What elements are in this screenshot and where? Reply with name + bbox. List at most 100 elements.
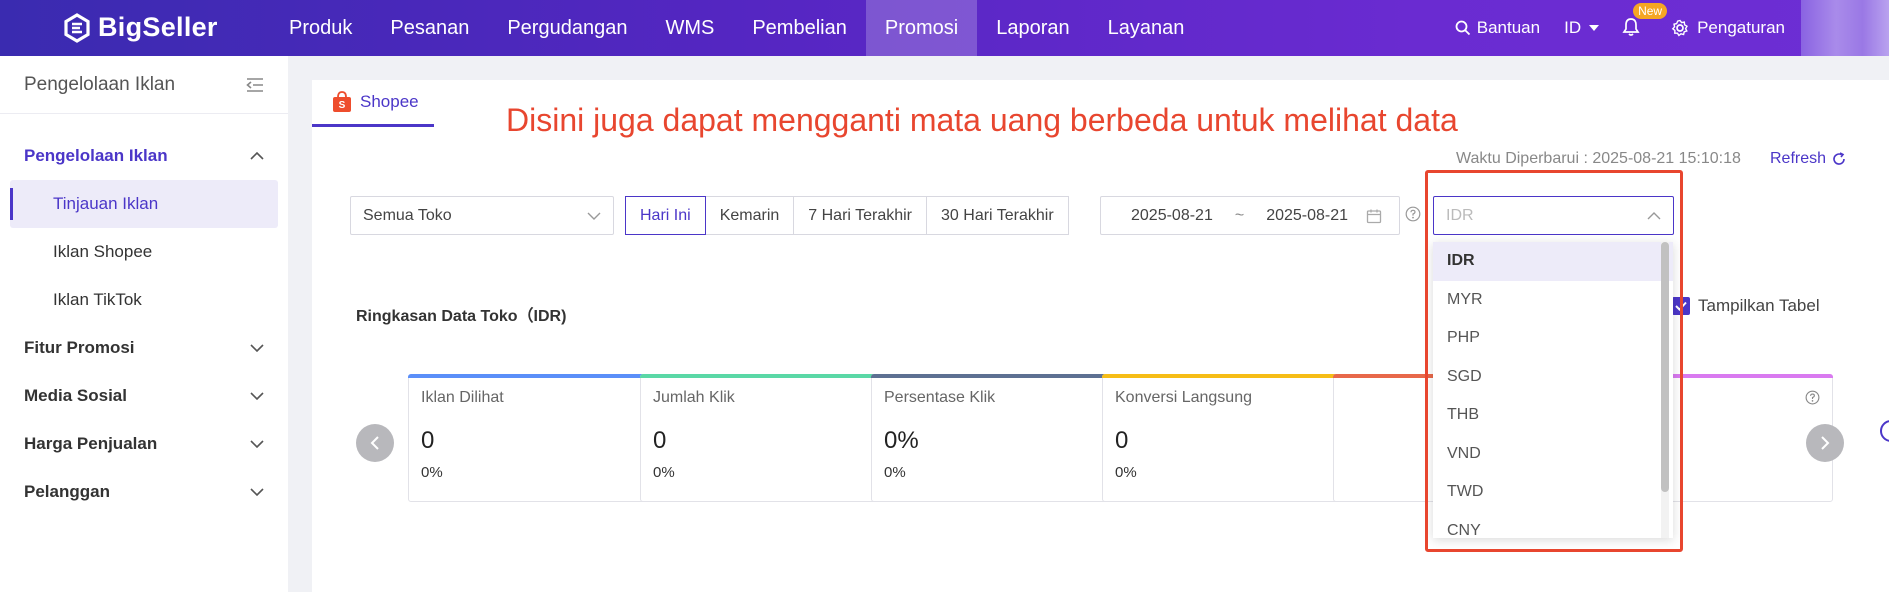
- store-select-value: Semua Toko: [363, 206, 452, 224]
- chevron-down-icon: [587, 212, 601, 220]
- card-percentage: 0%: [1115, 464, 1137, 481]
- card-percentage: 0%: [884, 464, 906, 481]
- metric-card[interactable]: Jumlah Klik 0 0%: [640, 374, 909, 502]
- currency-dropdown: IDR MYR PHP SGD THB VND TWD CNY: [1433, 242, 1673, 538]
- metric-card[interactable]: Konversi Langsung 0 0%: [1102, 374, 1371, 502]
- card-value: 0: [1115, 427, 1129, 454]
- dropdown-scrollbar[interactable]: [1661, 242, 1669, 538]
- sidebar-group-label: Harga Penjualan: [24, 434, 158, 453]
- chevron-down-icon: [250, 392, 264, 400]
- card-label: Jumlah Klik: [653, 389, 735, 406]
- currency-placeholder: IDR: [1446, 206, 1474, 224]
- nav-item-promosi[interactable]: Promosi: [865, 0, 978, 56]
- chevron-right-icon: [1821, 436, 1830, 450]
- search-icon: [1455, 20, 1470, 36]
- chevron-down-icon: [250, 344, 264, 352]
- annotation-text: Disini juga dapat mengganti mata uang be…: [506, 102, 1458, 138]
- date-range-picker[interactable]: 2025-08-21 ~ 2025-08-21: [1100, 196, 1400, 235]
- brand-name: BigSeller: [98, 12, 218, 42]
- sidebar-group-pengelolaan-iklan[interactable]: Pengelolaan Iklan: [0, 132, 288, 180]
- currency-option-sgd[interactable]: SGD: [1433, 358, 1673, 397]
- currency-select[interactable]: IDR: [1433, 196, 1674, 235]
- summary-title: Ringkasan Data Toko（IDR): [356, 308, 567, 325]
- refresh-button[interactable]: Refresh: [1770, 150, 1846, 168]
- chevron-up-icon: [1647, 211, 1661, 219]
- currency-option-cny[interactable]: CNY: [1433, 512, 1673, 538]
- sidebar-group-label: Media Sosial: [24, 386, 127, 405]
- chevron-down-icon: [250, 440, 264, 448]
- period-kemarin[interactable]: Kemarin: [704, 196, 795, 235]
- metric-card[interactable]: Persentase Klik 0% 0%: [871, 374, 1140, 502]
- sidebar-item-iklan-tiktok[interactable]: Iklan TikTok: [10, 276, 278, 324]
- card-label: Persentase Klik: [884, 389, 996, 406]
- nav-item-produk[interactable]: Produk: [270, 0, 371, 56]
- logo-icon: [64, 12, 90, 43]
- settings-button[interactable]: Pengaturan: [1671, 18, 1785, 38]
- nav-item-laporan[interactable]: Laporan: [977, 0, 1088, 56]
- help-link[interactable]: Bantuan: [1455, 18, 1540, 38]
- currency-option-myr[interactable]: MYR: [1433, 281, 1673, 320]
- tab-label: Shopee: [360, 92, 419, 111]
- sidebar-item-iklan-shopee[interactable]: Iklan Shopee: [10, 228, 278, 276]
- brand-logo[interactable]: BigSeller: [62, 12, 218, 43]
- checkbox[interactable]: [1672, 297, 1690, 315]
- card-value: 0: [653, 427, 667, 454]
- nav-item-wms[interactable]: WMS: [646, 0, 733, 56]
- date-separator: ~: [1234, 206, 1245, 224]
- main-menu: Produk Pesanan Pergudangan WMS Pembelian Prom…: [270, 0, 1203, 56]
- notifications-button[interactable]: New: [1621, 3, 1668, 39]
- sidebar-group-label: Pelanggan: [24, 482, 110, 501]
- card-accent-bar: [871, 374, 1140, 378]
- chevron-down-icon: [250, 488, 264, 496]
- currency-option-idr[interactable]: IDR: [1433, 242, 1673, 281]
- nav-item-layanan[interactable]: Layanan: [1089, 0, 1204, 56]
- scrollbar-thumb[interactable]: [1661, 242, 1669, 492]
- nav-item-pesanan[interactable]: Pesanan: [371, 0, 488, 56]
- check-icon: [1675, 301, 1687, 311]
- currency-option-php[interactable]: PHP: [1433, 319, 1673, 358]
- sidebar-group-label: Pengelolaan Iklan: [24, 146, 168, 165]
- cards-next-button[interactable]: [1806, 424, 1844, 462]
- card-value: 0%: [884, 427, 919, 454]
- currency-option-thb[interactable]: THB: [1433, 396, 1673, 435]
- language-label: ID: [1564, 18, 1582, 37]
- currency-option-vnd[interactable]: VND: [1433, 435, 1673, 474]
- question-icon[interactable]: [1405, 206, 1421, 222]
- card-label: Konversi Langsung: [1115, 389, 1252, 406]
- cards-prev-button[interactable]: [356, 424, 394, 462]
- gear-icon: [1671, 19, 1689, 37]
- updated-time: Waktu Diperbarui : 2025-08-21 15:10:18: [1456, 150, 1741, 167]
- user-avatar[interactable]: [1801, 0, 1889, 56]
- card-accent-bar: [408, 374, 677, 378]
- sidebar-group-pelanggan[interactable]: Pelanggan: [0, 468, 288, 516]
- sidebar-group-media-sosial[interactable]: Media Sosial: [0, 372, 288, 420]
- card-value: 0: [421, 427, 435, 454]
- sidebar-group-harga-penjualan[interactable]: Harga Penjualan: [0, 420, 288, 468]
- metric-card[interactable]: Iklan Dilihat 0 0%: [408, 374, 677, 502]
- show-table-toggle[interactable]: Tampilkan Tabel: [1672, 296, 1820, 316]
- nav-item-pembelian[interactable]: Pembelian: [733, 0, 866, 56]
- bell-icon: [1622, 18, 1640, 36]
- language-select[interactable]: ID: [1564, 18, 1600, 38]
- date-end: 2025-08-21: [1266, 206, 1349, 224]
- period-7-hari-terakhir[interactable]: 7 Hari Terakhir: [793, 196, 928, 235]
- currency-option-twd[interactable]: TWD: [1433, 473, 1673, 512]
- period-hari-ini[interactable]: Hari Ini: [625, 196, 706, 235]
- date-start: 2025-08-21: [1131, 206, 1213, 224]
- collapse-menu-icon[interactable]: [246, 77, 264, 93]
- tab-shopee[interactable]: S Shopee: [312, 80, 434, 127]
- sidebar-item-tinjauan-iklan[interactable]: Tinjauan Iklan: [10, 180, 278, 228]
- sidebar-header: Pengelolaan Iklan: [0, 56, 288, 114]
- card-accent-bar: [1102, 374, 1371, 378]
- period-30-hari-terakhir[interactable]: 30 Hari Terakhir: [926, 196, 1069, 235]
- chevron-up-icon: [250, 152, 264, 160]
- refresh-label: Refresh: [1770, 150, 1827, 167]
- nav-item-pergudangan[interactable]: Pergudangan: [488, 0, 646, 56]
- new-badge: New: [1633, 3, 1668, 19]
- caret-down-icon: [1589, 25, 1600, 31]
- sidebar-group-fitur-promosi[interactable]: Fitur Promosi: [0, 324, 288, 372]
- card-accent-bar: [640, 374, 909, 378]
- shopee-bag-icon: S: [333, 91, 351, 112]
- question-icon[interactable]: [1805, 390, 1820, 405]
- store-select[interactable]: Semua Toko: [350, 196, 614, 235]
